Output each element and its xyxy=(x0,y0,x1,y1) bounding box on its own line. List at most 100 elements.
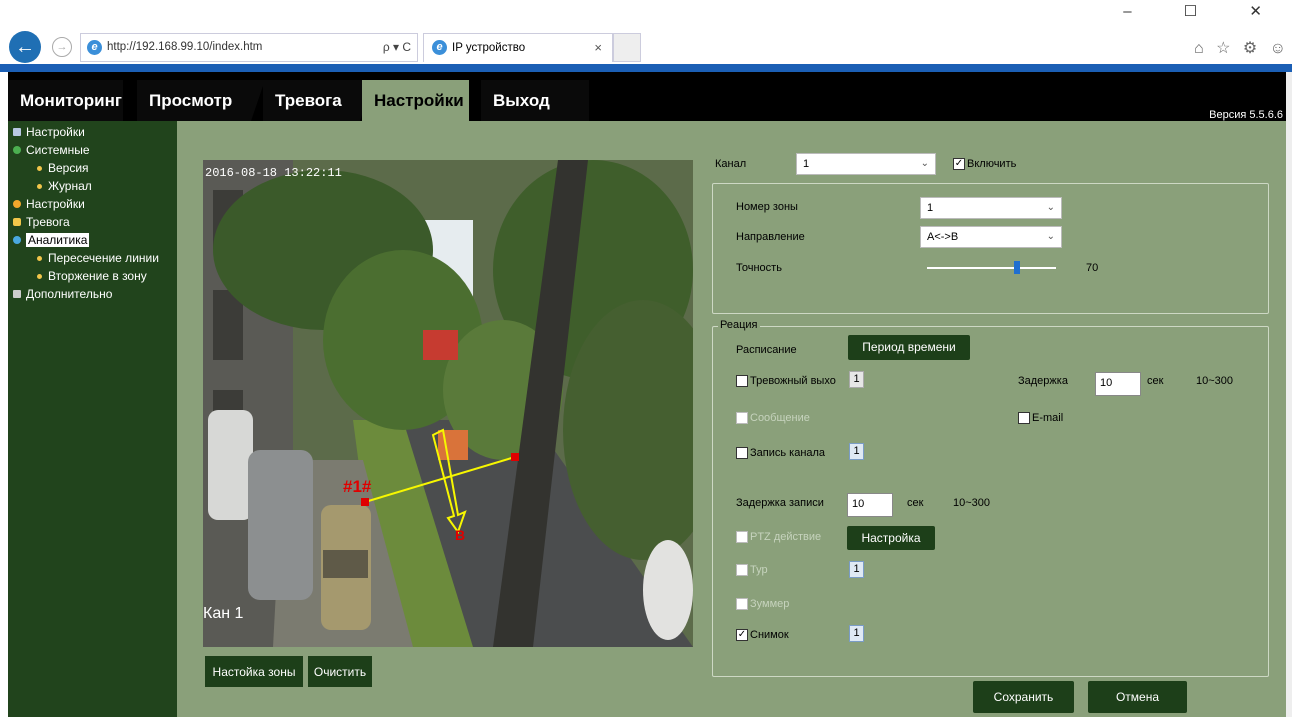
record-delay-unit: сек xyxy=(907,497,924,509)
analytics-icon xyxy=(13,236,21,244)
sidebar-item-system[interactable]: Системные xyxy=(8,141,177,159)
chevron-down-icon: ⌄ xyxy=(1046,231,1055,242)
window-controls[interactable]: – ☐ ✕ xyxy=(1123,2,1286,20)
tab-label: Тревога xyxy=(275,91,342,110)
tab-label: Выход xyxy=(493,91,550,110)
sidebar-item-settings[interactable]: Настройки xyxy=(8,123,177,141)
sidebar-item-config[interactable]: Настройки xyxy=(8,195,177,213)
accuracy-slider-thumb[interactable] xyxy=(1014,261,1021,274)
sidebar-item-label: Настройки xyxy=(26,125,85,139)
zone-label: #1# xyxy=(343,477,372,496)
tab-label: Мониторинг xyxy=(20,91,122,110)
delay-range: 10~300 xyxy=(1196,375,1234,387)
message-label: Сообщение xyxy=(750,412,810,424)
direction-select[interactable]: A<->B ⌄ xyxy=(920,226,1062,248)
delay-unit: сек xyxy=(1147,375,1164,387)
tab-playback[interactable]: Просмотр xyxy=(137,80,265,121)
email-checkbox[interactable] xyxy=(1018,412,1030,424)
alarm-output-checkbox[interactable] xyxy=(736,375,748,387)
sidebar-item-label: Настройки xyxy=(26,197,85,211)
sidebar-item-version[interactable]: Версия xyxy=(8,159,177,177)
reaction-legend: Реация xyxy=(718,319,760,331)
tab-alarm[interactable]: Тревога xyxy=(263,80,374,121)
channel-overlay-label: Кан 1 xyxy=(203,605,244,622)
accuracy-slider-track[interactable] xyxy=(927,267,1056,269)
forward-arrow-icon[interactable]: → xyxy=(52,37,72,57)
tab-label: Просмотр xyxy=(149,91,233,110)
search-refresh-icons[interactable]: ρ ▾ C xyxy=(383,40,411,54)
record-delay-input[interactable]: 10 xyxy=(847,493,893,517)
browser-chrome: ← → e http://192.168.99.10/index.htm ρ ▾… xyxy=(0,0,1292,66)
address-bar[interactable]: e http://192.168.99.10/index.htm ρ ▾ C xyxy=(80,33,418,62)
ie-tab-icon: e xyxy=(432,40,447,55)
alarm-output-badge[interactable]: 1 xyxy=(849,371,864,388)
version-label: Версия 5.5.6.6 xyxy=(1209,109,1283,121)
buzzer-checkbox[interactable] xyxy=(736,598,748,610)
sidebar-item-label: Вторжение в зону xyxy=(48,269,147,283)
tools-icon xyxy=(13,290,21,298)
message-checkbox[interactable] xyxy=(736,412,748,424)
time-period-button[interactable]: Период времени xyxy=(848,335,970,360)
browser-tab[interactable]: e IP устройство × xyxy=(423,33,613,62)
channel-select[interactable]: 1 ⌄ xyxy=(796,153,936,175)
snapshot-checkbox[interactable]: ✓ xyxy=(736,629,748,641)
sidebar-item-advanced[interactable]: Дополнительно xyxy=(8,285,177,303)
back-arrow-icon[interactable]: ← xyxy=(9,31,41,63)
tour-checkbox[interactable] xyxy=(736,564,748,576)
delay-label: Задержка xyxy=(1018,375,1068,387)
snapshot-badge[interactable]: 1 xyxy=(849,625,864,642)
tab-exit[interactable]: Выход xyxy=(481,80,589,121)
chevron-down-icon: ⌄ xyxy=(1046,202,1055,213)
sidebar-item-line-crossing[interactable]: Пересечение линии xyxy=(8,249,177,267)
record-delay-label: Задержка записи xyxy=(736,497,824,509)
enable-checkbox[interactable]: ✓ xyxy=(953,158,965,170)
sidebar: Настройки Системные Версия Журнал Настро… xyxy=(8,121,177,717)
channel-label: Канал xyxy=(715,158,747,170)
email-label: E-mail xyxy=(1032,412,1064,424)
ptz-label: PTZ действие xyxy=(750,531,822,543)
cancel-button[interactable]: Отмена xyxy=(1088,681,1187,713)
schedule-label: Расписание xyxy=(736,344,797,356)
tab-title: IP устройство xyxy=(452,42,526,54)
ptz-checkbox[interactable] xyxy=(736,531,748,543)
sidebar-item-analytics[interactable]: Аналитика xyxy=(8,231,177,249)
bullet-icon xyxy=(37,166,42,171)
record-channel-badge[interactable]: 1 xyxy=(849,443,864,460)
bullet-icon xyxy=(37,274,42,279)
sidebar-item-zone-intrusion[interactable]: Вторжение в зону xyxy=(8,267,177,285)
sidebar-item-log[interactable]: Журнал xyxy=(8,177,177,195)
new-tab-button[interactable] xyxy=(613,33,641,62)
accuracy-label: Точность xyxy=(736,262,782,274)
zone-number-label: Номер зоны xyxy=(736,201,798,213)
channel-value: 1 xyxy=(803,158,810,170)
ptz-setup-button[interactable]: Настройка xyxy=(847,526,935,550)
delay-input[interactable]: 10 xyxy=(1095,372,1141,396)
alarm-output-label: Тревожный выхо xyxy=(750,375,836,387)
sidebar-item-label: Дополнительно xyxy=(26,287,113,301)
tour-label: Тур xyxy=(750,564,768,576)
settings-icon xyxy=(13,128,21,136)
clear-button[interactable]: Очистить xyxy=(307,655,373,688)
bullet-icon xyxy=(37,256,42,261)
zone-number-select[interactable]: 1 ⌄ xyxy=(920,197,1062,219)
system-icon xyxy=(13,146,21,154)
url-text[interactable]: http://192.168.99.10/index.htm xyxy=(107,41,262,53)
point-b-label: B xyxy=(455,527,465,543)
tab-settings[interactable]: Настройки xyxy=(362,80,469,121)
close-tab-icon[interactable]: × xyxy=(594,40,602,55)
save-button[interactable]: Сохранить xyxy=(973,681,1074,713)
tab-label: Настройки xyxy=(374,91,464,110)
bullet-icon xyxy=(37,184,42,189)
video-feed[interactable]: #1# B 2016-08-18 13:22:11 Кан 1 xyxy=(203,160,693,647)
zone-setup-button[interactable]: Настойка зоны xyxy=(204,655,304,688)
record-channel-checkbox[interactable] xyxy=(736,447,748,459)
snapshot-label: Снимок xyxy=(750,629,789,641)
top-navigation: Мониторинг Просмотр Тревога Настройки Вы… xyxy=(8,72,1292,121)
tab-monitoring[interactable]: Мониторинг xyxy=(8,80,123,121)
page-scrollbar[interactable] xyxy=(1286,72,1292,717)
browser-accent-bar xyxy=(0,64,1292,72)
record-channel-label: Запись канала xyxy=(750,447,826,459)
tour-badge[interactable]: 1 xyxy=(849,561,864,578)
browser-toolbar-icons[interactable]: ⌂ ☆ ⚙ ☺ xyxy=(1194,38,1290,58)
sidebar-item-alarm[interactable]: Тревога xyxy=(8,213,177,231)
